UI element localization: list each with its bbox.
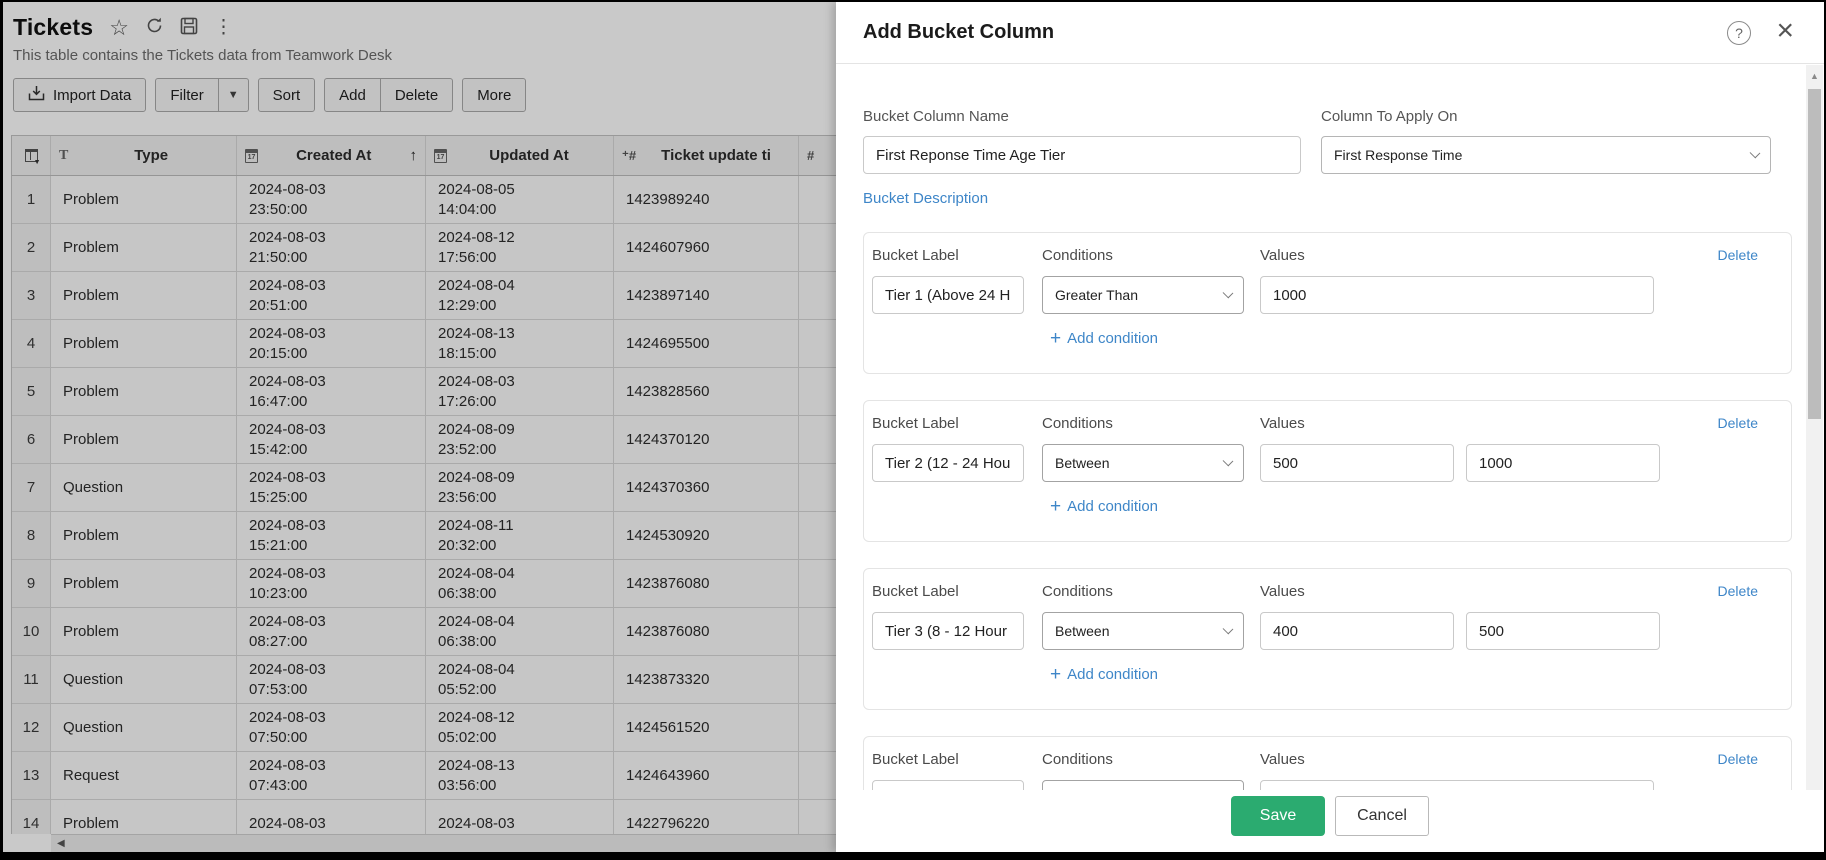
- bucket-column-name-label: Bucket Column Name: [863, 108, 1301, 125]
- bucket-label-label: Bucket Label: [872, 583, 1024, 600]
- table-view: Tickets ☆ ⋮ This table contains the Tick…: [3, 2, 836, 852]
- close-icon[interactable]: ×: [1776, 14, 1794, 48]
- scrollbar-thumb[interactable]: [1808, 89, 1821, 419]
- panel-content: Bucket Column Name Column To Apply On Fi…: [836, 64, 1824, 790]
- app-window: Tickets ☆ ⋮ This table contains the Tick…: [0, 0, 1826, 860]
- values-label: Values: [1260, 583, 1761, 600]
- plus-icon: +: [1050, 499, 1061, 515]
- chevron-down-icon: [1223, 288, 1234, 299]
- bucket-value-max-input[interactable]: [1466, 444, 1660, 482]
- condition-select[interactable]: Greater Than: [1042, 276, 1244, 314]
- scroll-up-icon[interactable]: ▲: [1806, 65, 1823, 81]
- bucket-value-input[interactable]: [1260, 276, 1654, 314]
- cancel-button[interactable]: Cancel: [1335, 796, 1429, 836]
- bucket-value-max-input[interactable]: [1466, 612, 1660, 650]
- bucket-label-input[interactable]: [872, 276, 1024, 314]
- chevron-down-icon: [1223, 456, 1234, 467]
- bucket-value-min-input[interactable]: [1260, 444, 1454, 482]
- column-to-apply-label: Column To Apply On: [1321, 108, 1771, 125]
- bucket-card-1: Delete Bucket Label Conditions Greater T…: [863, 232, 1792, 374]
- column-to-apply-select[interactable]: First Response Time: [1321, 136, 1771, 174]
- condition-select[interactable]: [1042, 780, 1244, 790]
- panel-footer: Save Cancel: [836, 790, 1824, 852]
- delete-bucket-link[interactable]: Delete: [1718, 415, 1758, 431]
- bucket-card-3: Delete Bucket Label Conditions Between: [863, 568, 1792, 710]
- add-condition-link[interactable]: + Add condition: [1050, 330, 1158, 347]
- panel-title: Add Bucket Column: [863, 21, 1054, 44]
- conditions-label: Conditions: [1042, 751, 1244, 768]
- save-button[interactable]: Save: [1231, 796, 1325, 836]
- add-condition-link[interactable]: + Add condition: [1050, 666, 1158, 683]
- delete-bucket-link[interactable]: Delete: [1718, 583, 1758, 599]
- add-bucket-column-panel: Add Bucket Column ? × Bucket Column Name…: [836, 2, 1824, 852]
- conditions-label: Conditions: [1042, 415, 1244, 432]
- bucket-label-label: Bucket Label: [872, 247, 1024, 264]
- modal-dim-overlay: [3, 2, 836, 852]
- values-label: Values: [1260, 751, 1761, 768]
- delete-bucket-link[interactable]: Delete: [1718, 751, 1758, 767]
- plus-icon: +: [1050, 331, 1061, 347]
- bucket-value-min-input[interactable]: [1260, 612, 1454, 650]
- bucket-label-input[interactable]: [872, 612, 1024, 650]
- bucket-label-label: Bucket Label: [872, 751, 1024, 768]
- bucket-card-4: Delete Bucket Label Conditions: [863, 736, 1792, 790]
- plus-icon: +: [1050, 667, 1061, 683]
- bucket-label-input[interactable]: [872, 444, 1024, 482]
- chevron-down-icon: [1750, 148, 1761, 159]
- bucket-value-input[interactable]: [1260, 780, 1654, 790]
- values-label: Values: [1260, 247, 1761, 264]
- condition-select[interactable]: Between: [1042, 444, 1244, 482]
- add-condition-link[interactable]: + Add condition: [1050, 498, 1158, 515]
- panel-header: Add Bucket Column ? ×: [836, 2, 1824, 64]
- values-label: Values: [1260, 415, 1761, 432]
- conditions-label: Conditions: [1042, 583, 1244, 600]
- conditions-label: Conditions: [1042, 247, 1244, 264]
- help-icon[interactable]: ?: [1727, 21, 1751, 45]
- bucket-label-label: Bucket Label: [872, 415, 1024, 432]
- delete-bucket-link[interactable]: Delete: [1718, 247, 1758, 263]
- vertical-scrollbar[interactable]: ▲ ▼: [1806, 65, 1823, 818]
- bucket-column-name-input[interactable]: [863, 136, 1301, 174]
- bucket-label-input[interactable]: [872, 780, 1024, 790]
- condition-select[interactable]: Between: [1042, 612, 1244, 650]
- bucket-card-2: Delete Bucket Label Conditions Between: [863, 400, 1792, 542]
- bucket-description-link[interactable]: Bucket Description: [863, 190, 988, 207]
- chevron-down-icon: [1223, 624, 1234, 635]
